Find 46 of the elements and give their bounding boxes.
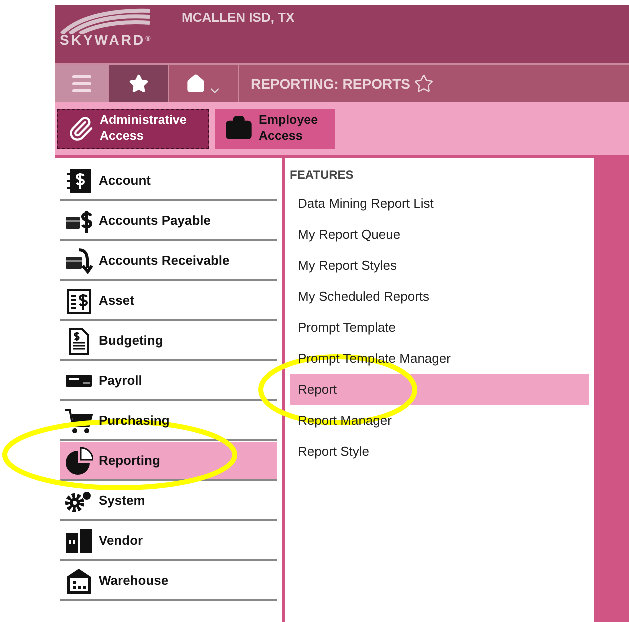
feature-item[interactable]: My Report Styles — [290, 250, 589, 281]
dollar-notebook-icon — [65, 166, 93, 194]
star-icon — [128, 74, 148, 94]
feature-item[interactable]: Prompt Template — [290, 312, 589, 343]
module-label: Account — [99, 173, 151, 188]
feature-item[interactable]: Report Style — [290, 436, 589, 467]
swoosh-icon — [60, 8, 152, 34]
ledger-dollar-icon — [65, 286, 93, 314]
module-item[interactable]: Account — [60, 162, 277, 201]
feature-item[interactable]: My Report Queue — [290, 219, 589, 250]
module-item[interactable]: Warehouse — [60, 562, 277, 601]
card-arrow-icon — [65, 246, 93, 274]
module-label: Reporting — [99, 453, 160, 468]
module-label: Vendor — [99, 533, 144, 548]
module-item[interactable]: Reporting — [60, 442, 277, 481]
features-heading: FEATURES — [290, 168, 355, 182]
module-label: Accounts Payable — [99, 213, 211, 228]
module-label: Accounts Receivable — [99, 253, 230, 268]
module-item[interactable]: Asset — [60, 282, 277, 321]
module-label: Asset — [99, 293, 134, 308]
module-label: System — [99, 493, 146, 508]
briefcase-icon — [225, 114, 253, 142]
module-item[interactable]: Budgeting — [60, 322, 277, 361]
paperclip-icon — [68, 116, 94, 142]
favorite-star-icon[interactable] — [414, 74, 434, 94]
feature-item[interactable]: Report — [290, 374, 589, 405]
home-icon — [186, 74, 206, 94]
district-name: MCALLEN ISD, TX — [182, 10, 295, 25]
module-label: Payroll — [99, 373, 142, 388]
access-button[interactable]: Administrative Access — [57, 108, 209, 148]
access-button[interactable]: Employee Access — [215, 108, 335, 148]
module-item[interactable]: Payroll — [60, 362, 277, 401]
module-item[interactable]: System — [60, 482, 277, 521]
page-title: REPORTING: REPORTS — [251, 76, 410, 92]
favorites-button[interactable] — [109, 65, 169, 102]
cart-icon — [65, 406, 93, 434]
module-item[interactable]: Vendor — [60, 522, 277, 561]
pie-chart-icon — [65, 446, 93, 474]
feature-item[interactable]: Data Mining Report List — [290, 188, 589, 219]
module-item[interactable]: Accounts Receivable — [60, 242, 277, 281]
module-item[interactable]: Accounts Payable — [60, 202, 277, 241]
module-label: Warehouse — [99, 573, 169, 588]
building-icon — [65, 526, 93, 554]
module-label: Budgeting — [99, 333, 164, 348]
feature-item[interactable]: My Scheduled Reports — [290, 281, 589, 312]
warehouse-icon — [65, 566, 93, 594]
